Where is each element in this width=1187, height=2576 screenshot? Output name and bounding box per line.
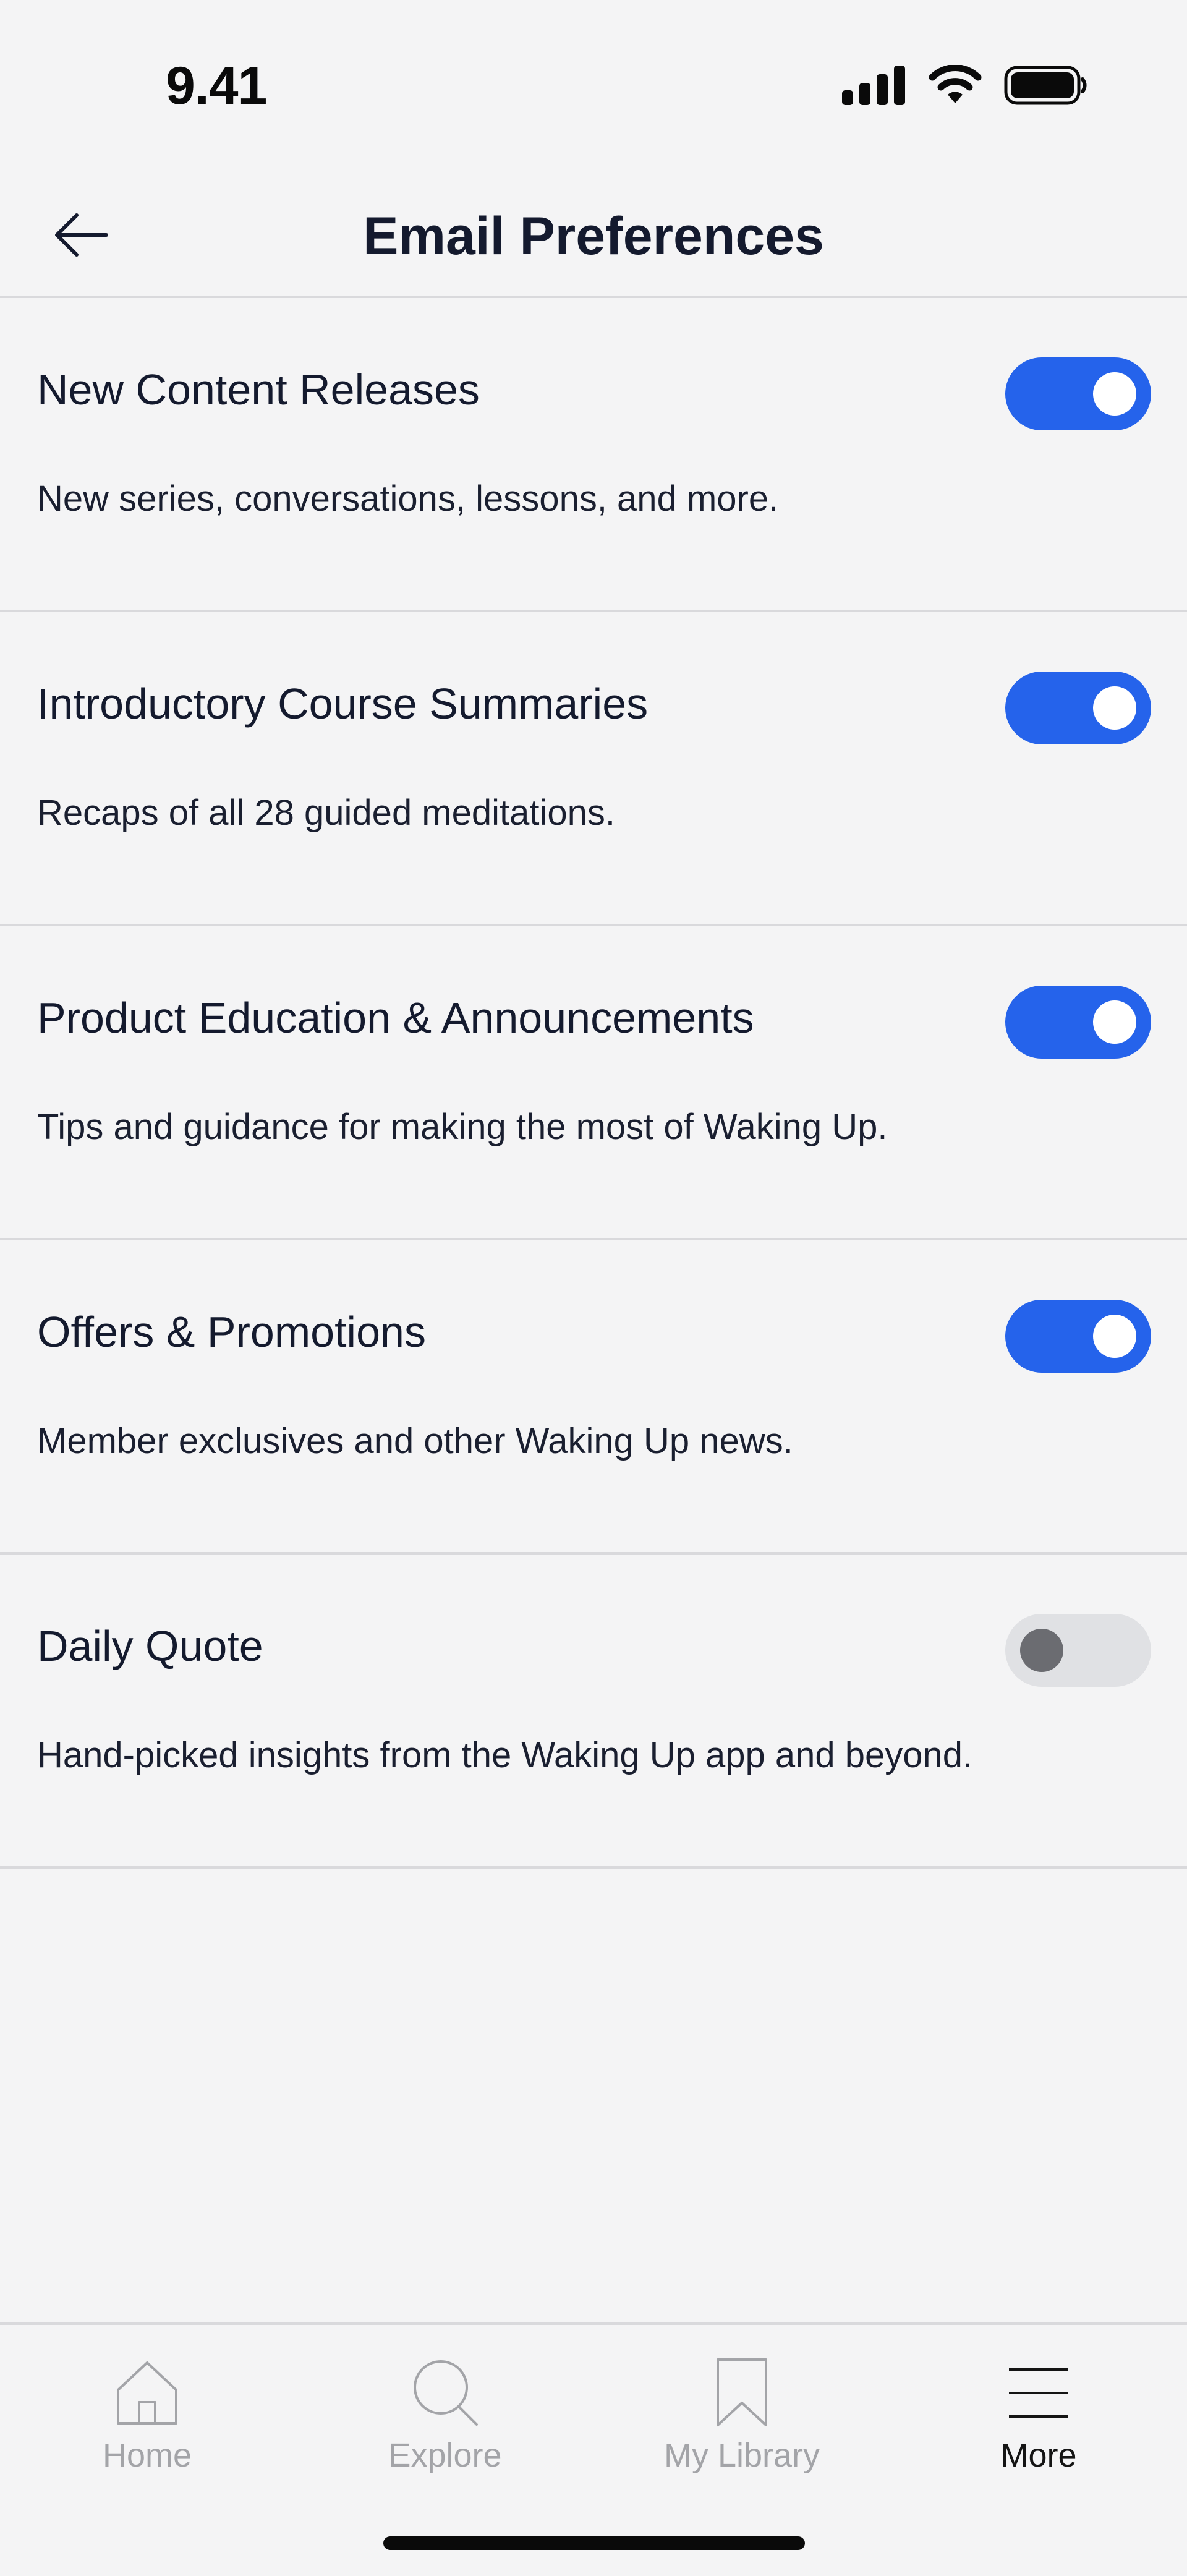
toggle-knob	[1093, 686, 1136, 730]
preference-title: Offers & Promotions	[37, 1308, 426, 1356]
home-icon	[110, 2356, 184, 2430]
header: Email Preferences	[0, 173, 1187, 298]
preference-item-introductory-course-summaries: Introductory Course Summaries Recaps of …	[0, 612, 1187, 926]
tab-my-library[interactable]: My Library	[618, 2356, 866, 2498]
introductory-course-summaries-toggle[interactable]	[1005, 672, 1151, 744]
preference-title: New Content Releases	[37, 365, 480, 414]
status-icons	[842, 62, 1088, 111]
bookmark-icon	[705, 2356, 779, 2430]
preference-item-daily-quote: Daily Quote Hand-picked insights from th…	[0, 1555, 1187, 1869]
daily-quote-toggle[interactable]	[1005, 1614, 1151, 1687]
status-time: 9.41	[166, 56, 267, 116]
signal-icon	[842, 65, 906, 108]
home-indicator[interactable]	[383, 2536, 805, 2550]
tab-home[interactable]: Home	[23, 2356, 271, 2498]
toggle-knob	[1093, 372, 1136, 416]
toggle-knob	[1020, 1629, 1063, 1672]
status-bar: 9.41	[0, 0, 1187, 173]
preference-title: Introductory Course Summaries	[37, 680, 649, 728]
preference-description: Tips and guidance for making the most of…	[37, 1107, 888, 1147]
preference-description: Member exclusives and other Waking Up ne…	[37, 1421, 793, 1461]
wifi-icon	[927, 64, 983, 109]
search-icon	[408, 2356, 482, 2430]
preference-title: Daily Quote	[37, 1622, 263, 1670]
preference-title: Product Education & Announcements	[37, 994, 754, 1042]
toggle-knob	[1093, 1000, 1136, 1044]
tab-explore[interactable]: Explore	[321, 2356, 569, 2498]
tab-more[interactable]: More	[915, 2356, 1162, 2498]
page-title: Email Preferences	[363, 207, 824, 266]
tab-label: More	[1000, 2437, 1077, 2474]
toggle-knob	[1093, 1315, 1136, 1358]
preference-item-new-content-releases: New Content Releases New series, convers…	[0, 298, 1187, 612]
menu-icon	[1002, 2356, 1076, 2430]
tab-label: My Library	[663, 2437, 820, 2474]
preference-description: Recaps of all 28 guided meditations.	[37, 793, 616, 833]
preferences-list: New Content Releases New series, convers…	[0, 298, 1187, 1869]
offers-promotions-toggle[interactable]	[1005, 1300, 1151, 1373]
battery-icon	[1004, 66, 1088, 108]
product-education-toggle[interactable]	[1005, 986, 1151, 1059]
preference-item-product-education: Product Education & Announcements Tips a…	[0, 926, 1187, 1240]
tab-label: Home	[102, 2437, 192, 2474]
tab-label: Explore	[388, 2437, 502, 2474]
new-content-releases-toggle[interactable]	[1005, 357, 1151, 430]
preference-item-offers-promotions: Offers & Promotions Member exclusives an…	[0, 1240, 1187, 1555]
preference-description: Hand-picked insights from the Waking Up …	[37, 1735, 973, 1775]
preference-description: New series, conversations, lessons, and …	[37, 479, 779, 519]
